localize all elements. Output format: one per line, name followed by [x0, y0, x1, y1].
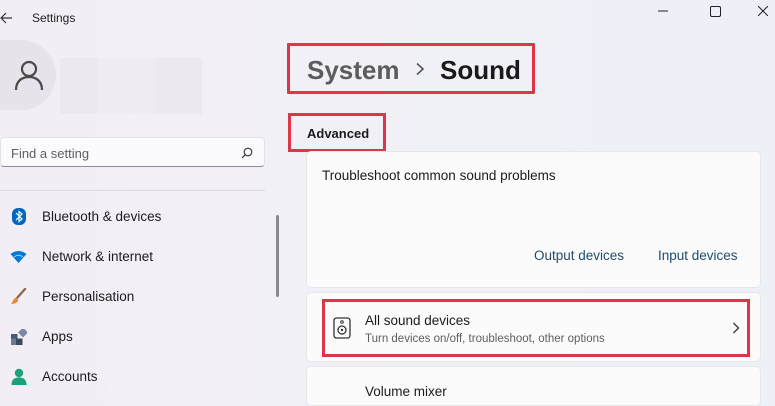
search-box[interactable] [0, 137, 265, 167]
output-devices-link[interactable]: Output devices [534, 248, 624, 263]
user-icon [14, 60, 44, 91]
breadcrumb-parent[interactable]: System [307, 55, 400, 86]
title-bar: Settings [0, 0, 775, 36]
chevron-right-icon [414, 62, 426, 76]
sidebar-divider [0, 190, 265, 191]
sidebar-scrollbar[interactable] [276, 215, 279, 297]
troubleshoot-card: Troubleshoot common sound problems Outpu… [306, 151, 761, 288]
sidebar-item-label: Accounts [42, 369, 98, 384]
all-sound-devices-title: All sound devices [365, 313, 471, 328]
section-title: Advanced [307, 126, 370, 141]
volume-mixer-label: Volume mixer [365, 384, 447, 399]
profile-name-redacted [60, 58, 210, 114]
brush-icon [10, 288, 27, 305]
sidebar-item-apps[interactable]: Apps [0, 319, 265, 355]
search-input[interactable] [9, 143, 233, 163]
all-sound-devices-row[interactable]: All sound devices Turn devices on/off, t… [322, 299, 750, 357]
close-button[interactable] [740, 0, 775, 22]
speaker-icon [333, 317, 351, 339]
bluetooth-icon [10, 208, 27, 225]
chevron-right-icon [731, 321, 741, 335]
maximize-button[interactable] [692, 0, 738, 22]
apps-icon [10, 328, 27, 345]
sidebar-item-label: Network & internet [42, 249, 154, 264]
sidebar-item-label: Apps [42, 329, 73, 344]
section-header: Advanced [288, 113, 386, 152]
wifi-icon [10, 248, 27, 265]
search-icon[interactable] [241, 146, 253, 159]
sidebar-item-network-internet[interactable]: Network & internet [0, 239, 265, 275]
app-title: Settings [32, 11, 76, 25]
accounts-icon [10, 368, 27, 385]
volume-mixer-card[interactable]: Volume mixer [306, 366, 761, 406]
back-arrow-icon[interactable] [0, 8, 14, 28]
sidebar-item-label: Bluetooth & devices [42, 209, 162, 224]
sidebar-item-label: Personalisation [42, 289, 135, 304]
input-devices-link[interactable]: Input devices [658, 248, 738, 263]
all-sound-devices-subtitle: Turn devices on/off, troubleshoot, other… [365, 333, 605, 345]
breadcrumb: System Sound [287, 43, 535, 94]
avatar[interactable] [0, 40, 56, 110]
sidebar-item-bluetooth-devices[interactable]: Bluetooth & devices [0, 199, 265, 235]
page-title: Sound [440, 55, 521, 85]
troubleshoot-title: Troubleshoot common sound problems [322, 168, 556, 183]
sidebar-item-personalisation[interactable]: Personalisation [0, 279, 265, 315]
minimize-button[interactable] [640, 0, 686, 22]
